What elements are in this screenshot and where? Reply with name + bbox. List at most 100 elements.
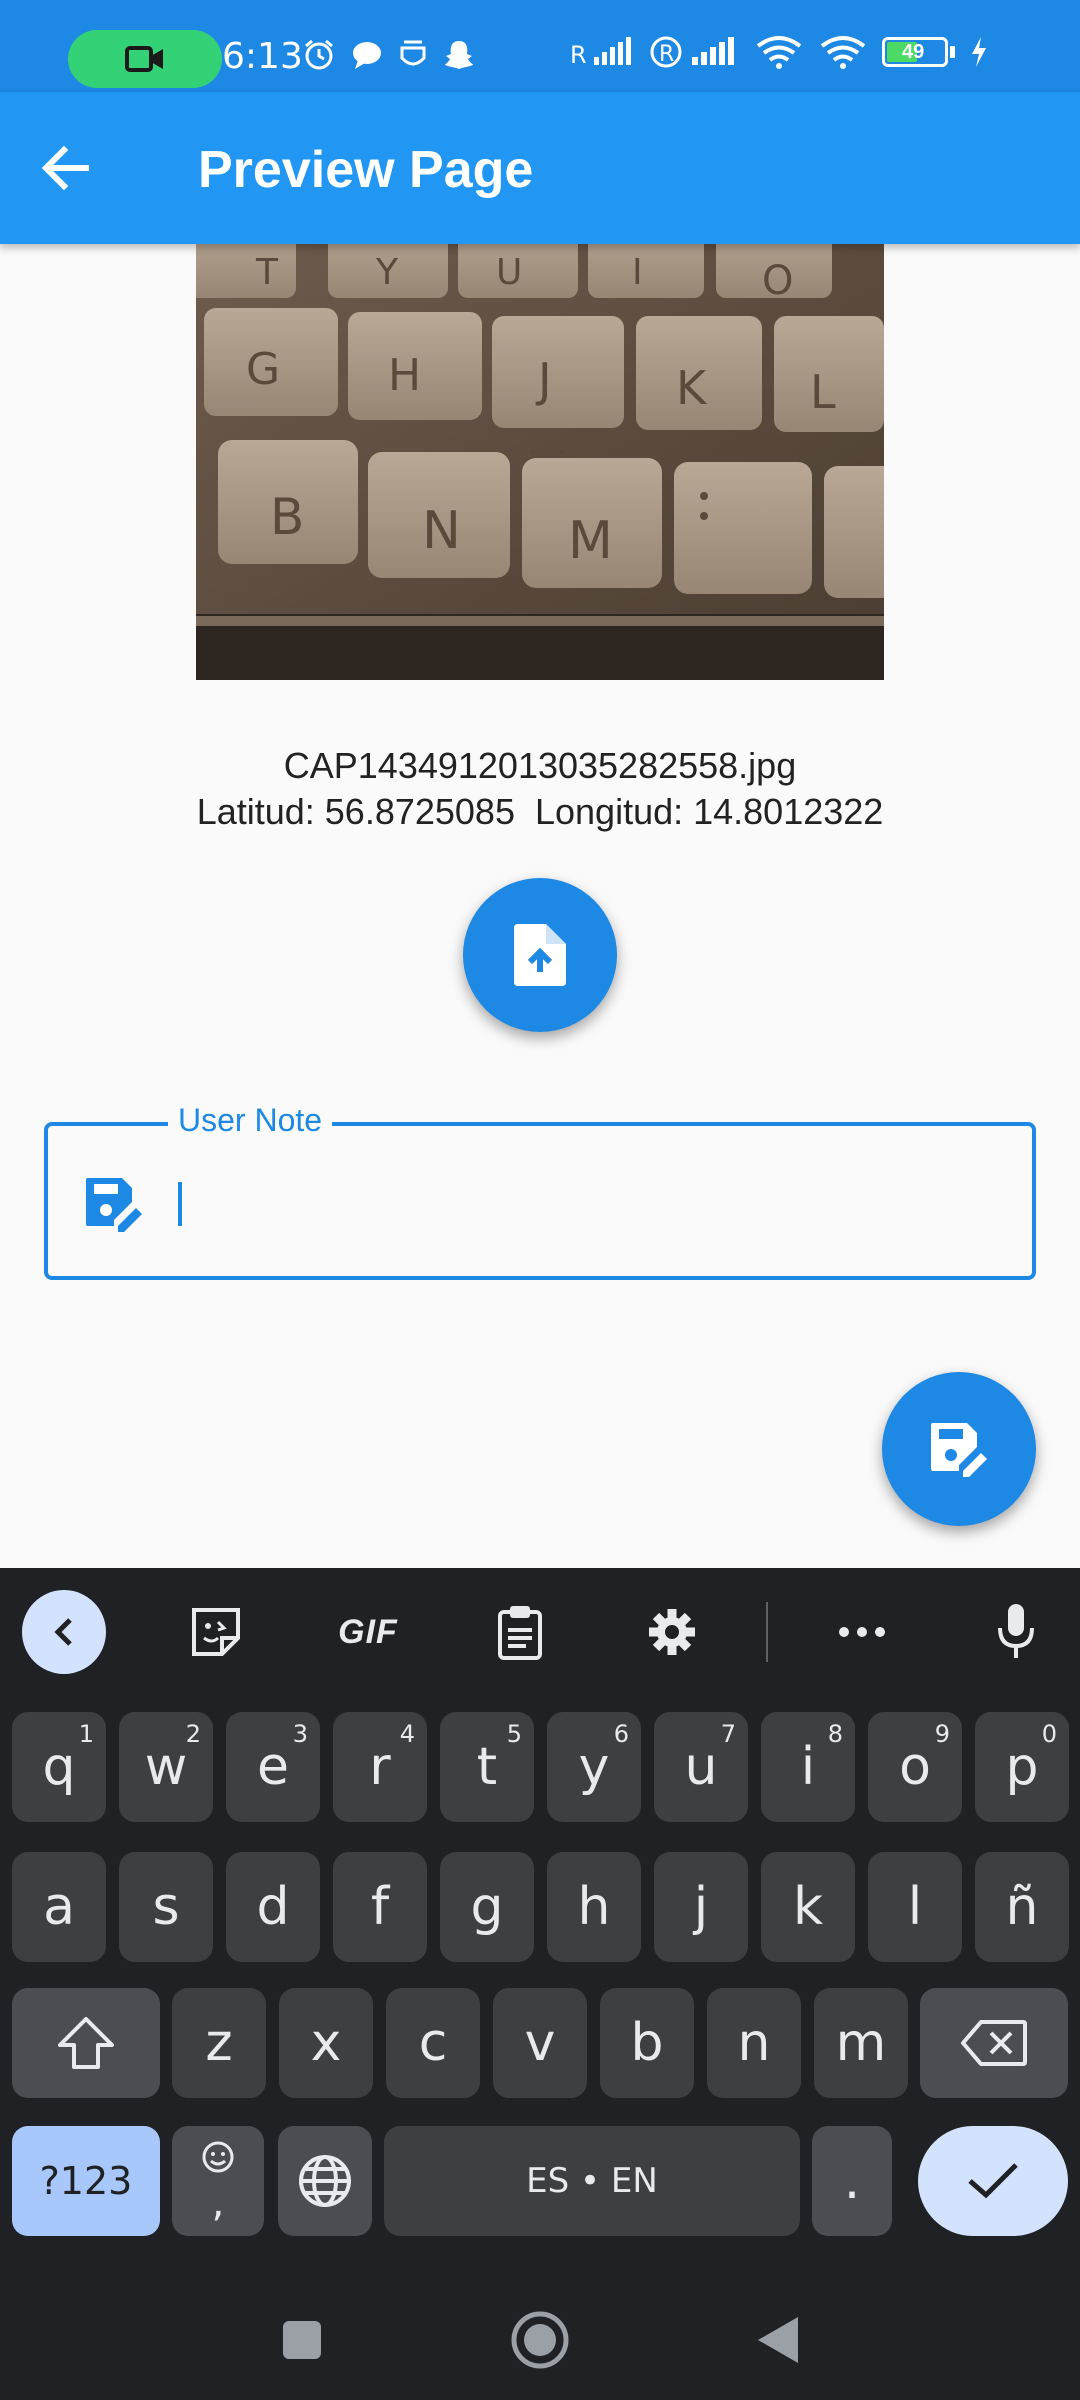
checkmark-icon xyxy=(968,2163,1018,2199)
language-key[interactable] xyxy=(278,2126,372,2236)
settings-button[interactable] xyxy=(630,1590,714,1674)
home-button[interactable] xyxy=(510,2310,570,2370)
key-row2-9[interactable]: ñ xyxy=(975,1852,1069,1962)
backspace-key[interactable] xyxy=(920,1988,1068,2098)
svg-text:G: G xyxy=(246,344,280,395)
gear-icon xyxy=(649,1609,695,1655)
svg-text:N: N xyxy=(422,501,461,561)
svg-text:M: M xyxy=(568,511,613,571)
key-hint: 2 xyxy=(185,1720,201,1748)
key-label: w xyxy=(144,1737,188,1797)
battery-level: 49 xyxy=(902,41,925,63)
screen-record-indicator[interactable] xyxy=(68,30,222,88)
period-key[interactable]: . xyxy=(812,2126,892,2236)
user-note-field[interactable]: User Note xyxy=(44,1100,1036,1280)
key-row2-7[interactable]: k xyxy=(761,1852,855,1962)
chat-bubble-icon xyxy=(353,42,381,69)
emoji-comma-key[interactable]: , xyxy=(172,2126,264,2236)
svg-text:L: L xyxy=(810,365,836,419)
shift-icon xyxy=(58,2017,114,2069)
user-note-label: User Note xyxy=(168,1100,333,1140)
key-label: e xyxy=(257,1737,289,1797)
longitude-text: Longitud: 14.8012322 xyxy=(534,791,884,832)
key-hint: 6 xyxy=(613,1720,629,1748)
key-2[interactable]: e3 xyxy=(226,1712,320,1822)
key-row2-0[interactable]: a xyxy=(12,1852,106,1962)
svg-text:R: R xyxy=(570,41,587,69)
key-row3-4[interactable]: b xyxy=(600,1988,694,2098)
voice-input-button[interactable] xyxy=(974,1590,1058,1674)
svg-text:T: T xyxy=(255,252,279,293)
toolbar-divider xyxy=(766,1602,768,1662)
photo-filename: CAP1434912013035282558.jpg xyxy=(283,745,797,786)
key-row2-2[interactable]: d xyxy=(226,1852,320,1962)
key-hint: 3 xyxy=(292,1720,308,1748)
key-7[interactable]: i8 xyxy=(761,1712,855,1822)
wifi-icon-2 xyxy=(820,36,866,69)
key-5[interactable]: y6 xyxy=(547,1712,641,1822)
key-row2-1[interactable]: s xyxy=(119,1852,213,1962)
key-0[interactable]: q1 xyxy=(12,1712,106,1822)
user-note-input[interactable] xyxy=(178,1162,998,1242)
back-nav-button[interactable] xyxy=(748,2310,808,2370)
key-row3-3[interactable]: v xyxy=(493,1988,587,2098)
clipboard-button[interactable] xyxy=(478,1590,562,1674)
key-label: i xyxy=(800,1737,816,1797)
upload-file-button[interactable] xyxy=(463,878,617,1032)
key-3[interactable]: r4 xyxy=(333,1712,427,1822)
sticker-button[interactable] xyxy=(174,1590,258,1674)
key-row2-8[interactable]: l xyxy=(868,1852,962,1962)
wifi-icon xyxy=(756,36,802,69)
symbols-key[interactable]: ?123 xyxy=(12,2126,160,2236)
key-row3-6[interactable]: m xyxy=(814,1988,908,2098)
sticker-icon xyxy=(192,1608,240,1656)
svg-text:Y: Y xyxy=(375,252,399,293)
more-options-button[interactable] xyxy=(820,1590,904,1674)
recents-button[interactable] xyxy=(272,2310,332,2370)
home-circle-icon xyxy=(511,2311,569,2369)
svg-text:R: R xyxy=(659,42,674,67)
key-8[interactable]: o9 xyxy=(868,1712,962,1822)
key-label: p xyxy=(1005,1737,1039,1797)
file-upload-icon xyxy=(514,924,566,986)
key-4[interactable]: t5 xyxy=(440,1712,534,1822)
save-edit-icon xyxy=(931,1423,987,1477)
gif-button[interactable]: GIF xyxy=(326,1590,410,1674)
svg-text:O: O xyxy=(762,258,793,304)
key-row3-1[interactable]: x xyxy=(279,1988,373,2098)
keyboard-collapse-button[interactable] xyxy=(22,1590,106,1674)
snapchat-icon xyxy=(445,41,473,69)
app-bar: Preview Page xyxy=(0,92,1080,244)
done-key[interactable] xyxy=(918,2126,1068,2236)
more-horizontal-icon xyxy=(839,1627,885,1637)
key-row3-5[interactable]: n xyxy=(707,1988,801,2098)
svg-text:H: H xyxy=(388,350,421,401)
svg-text:I: I xyxy=(632,252,643,293)
key-hint: 9 xyxy=(934,1720,950,1748)
key-row2-4[interactable]: g xyxy=(440,1852,534,1962)
key-6[interactable]: u7 xyxy=(654,1712,748,1822)
keyboard-toolbar: GIF xyxy=(0,1568,1080,1688)
space-key[interactable]: ES • EN xyxy=(384,2126,800,2236)
key-row2-3[interactable]: f xyxy=(333,1852,427,1962)
system-status-icons: R R 49 xyxy=(570,34,989,70)
key-row2-6[interactable]: j xyxy=(654,1852,748,1962)
gif-label: GIF xyxy=(338,1612,398,1651)
key-row3-0[interactable]: z xyxy=(172,1988,266,2098)
roaming-signal-icon-2: R xyxy=(650,36,734,68)
globe-icon xyxy=(299,2155,351,2207)
key-hint: 1 xyxy=(78,1720,94,1748)
notification-icons xyxy=(302,38,476,72)
key-label: y xyxy=(578,1737,610,1797)
key-9[interactable]: p0 xyxy=(975,1712,1069,1822)
key-1[interactable]: w2 xyxy=(119,1712,213,1822)
back-button[interactable] xyxy=(34,136,98,200)
photo-coordinates: Latitud: 56.8725085 Longitud: 14.8012322 xyxy=(0,790,1080,834)
key-row2-5[interactable]: h xyxy=(547,1852,641,1962)
roaming-signal-icon: R xyxy=(570,37,631,69)
shift-key[interactable] xyxy=(12,1988,160,2098)
svg-text:J: J xyxy=(535,353,552,407)
battery-indicator: 49 xyxy=(882,37,955,67)
key-row3-2[interactable]: c xyxy=(386,1988,480,2098)
save-note-button[interactable] xyxy=(882,1372,1036,1526)
